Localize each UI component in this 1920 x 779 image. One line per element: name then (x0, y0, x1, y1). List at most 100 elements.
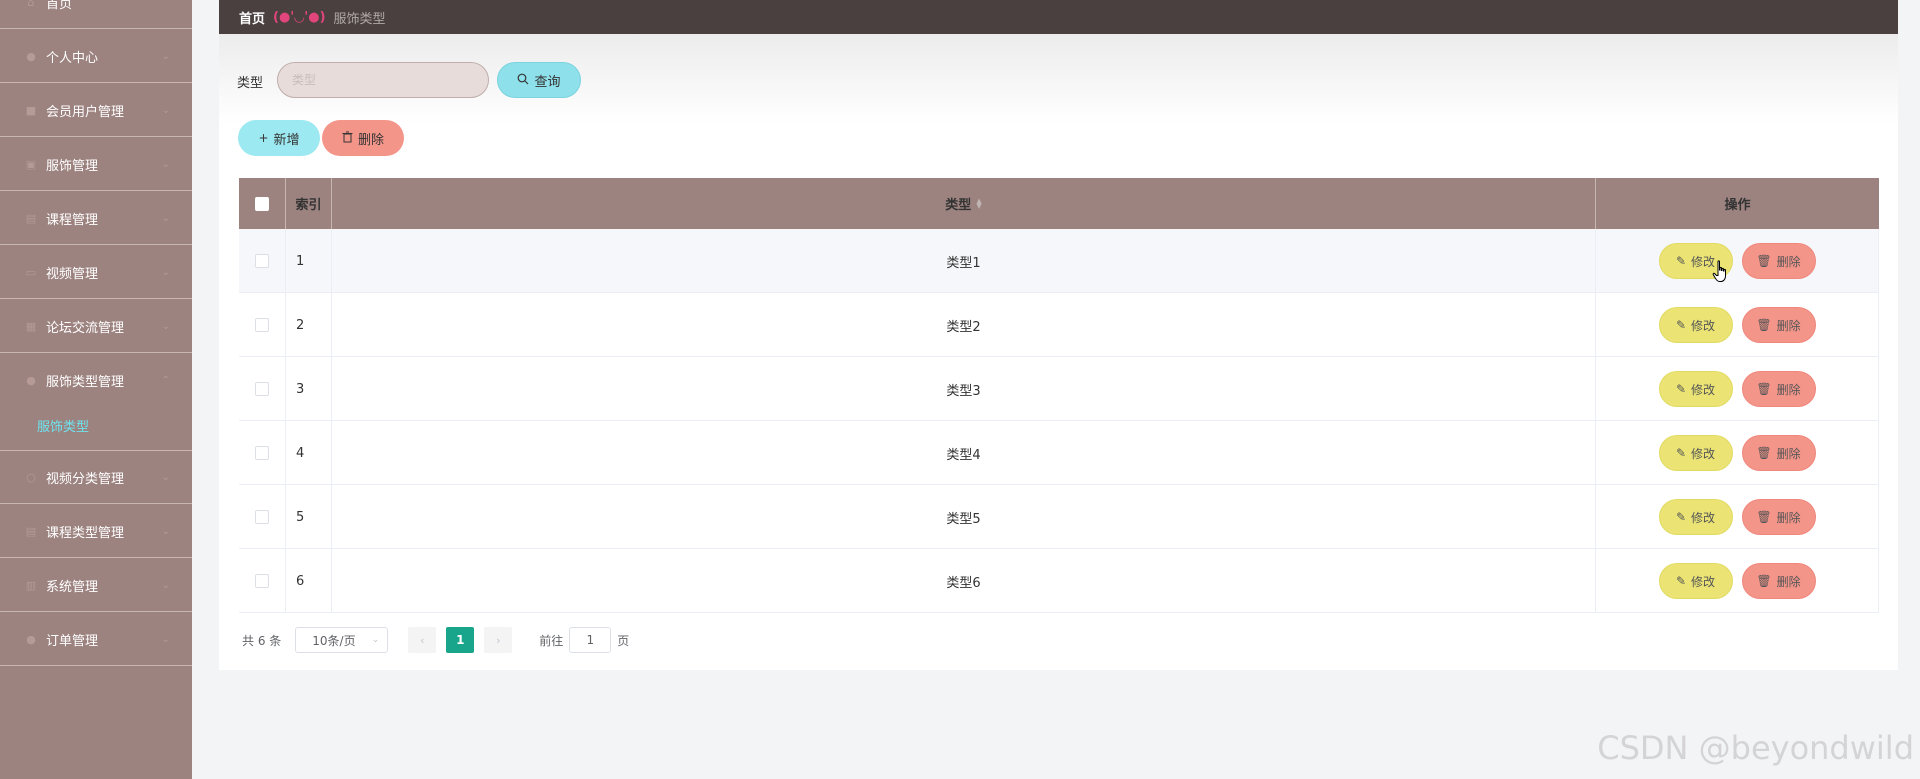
table-header: 索引 类型 ▲ ▼ 操作 (239, 178, 1879, 229)
delete-button[interactable]: 🗑 删除 (1741, 435, 1816, 471)
row-checkbox[interactable] (255, 446, 269, 460)
submenu-item-clothing-type[interactable]: 服饰类型 (0, 401, 192, 451)
column-header-label: 索引 (295, 198, 322, 213)
sidebar-item-clothing[interactable]: ▣ 服饰管理 ⌄ (0, 138, 192, 191)
sidebar-item-label: 个人中心 (46, 50, 99, 66)
delete-button[interactable]: 🗑 删除 (1741, 499, 1816, 535)
edit-button-label: 修改 (1691, 318, 1716, 333)
home-icon: ⌂ (27, 0, 35, 9)
batch-delete-button[interactable]: 删除 (322, 120, 404, 156)
sidebar-item-system[interactable]: ▥ 系统管理 ⌄ (0, 559, 192, 612)
edit-button[interactable]: ✎ 修改 (1658, 371, 1733, 407)
type-cell: 类型6 (332, 549, 1596, 613)
sidebar-item-personal-center[interactable]: ● 个人中心 ⌄ (0, 30, 192, 83)
edit-button-label: 修改 (1691, 446, 1716, 461)
sidebar-item-label: 视频管理 (46, 266, 99, 282)
edit-button[interactable]: ✎ 修改 (1658, 563, 1733, 599)
table-row: 4 类型4 ✎ 修改 🗑 删除 (239, 421, 1879, 485)
shirt-icon: ▣ (25, 157, 37, 171)
row-checkbox-cell (239, 549, 286, 613)
sidebar-item-course-types[interactable]: ▤ 课程类型管理 ⌄ (0, 505, 192, 558)
chevron-down-icon: ⌄ (161, 266, 170, 278)
trash-icon: 🗑 (1756, 254, 1772, 268)
plus-icon: + (258, 131, 269, 145)
next-page-button[interactable]: › (484, 627, 513, 653)
edit-button[interactable]: ✎ 修改 (1658, 499, 1733, 535)
row-checkbox[interactable] (255, 510, 269, 524)
goto-label: 前往 (539, 633, 564, 648)
actions-cell: ✎ 修改 🗑 删除 (1596, 293, 1879, 357)
video-icon: ▭ (25, 265, 37, 279)
query-button[interactable]: 查询 (497, 62, 581, 98)
type-cell: 类型3 (332, 357, 1596, 421)
row-checkbox[interactable] (255, 382, 269, 396)
prev-page-button[interactable]: ‹ (408, 627, 437, 653)
breadcrumb-current: 服饰类型 (333, 11, 386, 27)
sidebar-item-forum[interactable]: ▦ 论坛交流管理 ⌄ (0, 300, 192, 353)
actions-cell: ✎ 修改 🗑 删除 (1596, 421, 1879, 485)
pagination: 共 6 条 10条/页 ⌄ ‹ 1 › 前往 页 (242, 626, 629, 654)
breadcrumb-home[interactable]: 首页 (239, 8, 265, 27)
column-header-type[interactable]: 类型 ▲ ▼ (332, 178, 1596, 229)
sidebar-item-label: 课程管理 (46, 212, 99, 228)
table-row: 5 类型5 ✎ 修改 🗑 删除 (239, 485, 1879, 549)
edit-button[interactable]: ✎ 修改 (1658, 307, 1733, 343)
sidebar-item-label: 论坛交流管理 (46, 320, 125, 336)
row-checkbox[interactable] (255, 574, 269, 588)
chevron-down-icon: ⌄ (161, 104, 170, 116)
edit-button[interactable]: ✎ 修改 (1658, 435, 1733, 471)
user-icon: ● (26, 49, 36, 63)
delete-button[interactable]: 🗑 删除 (1741, 563, 1816, 599)
pagination-total: 共 6 条 (242, 633, 282, 648)
query-button-label: 查询 (534, 74, 561, 90)
table-row: 6 类型6 ✎ 修改 🗑 删除 (239, 549, 1879, 613)
add-button-label: 新增 (273, 132, 300, 148)
delete-button[interactable]: 🗑 删除 (1741, 243, 1816, 279)
tag-icon: ● (26, 374, 36, 387)
sidebar-item-videos[interactable]: ▭ 视频管理 ⌄ (0, 246, 192, 299)
header-checkbox-cell (239, 178, 286, 229)
breadcrumb: 首页 (●'◡'●) 服饰类型 (219, 0, 1898, 34)
add-button[interactable]: + 新增 (238, 120, 320, 156)
search-input[interactable] (277, 62, 489, 98)
pencil-icon: ✎ (1675, 254, 1687, 268)
sidebar-item-orders[interactable]: ● 订单管理 ⌄ (0, 613, 192, 666)
actions-cell: ✎ 修改 🗑 删除 (1596, 229, 1879, 293)
row-checkbox[interactable] (255, 254, 269, 268)
batch-delete-label: 删除 (357, 132, 384, 148)
chevron-down-icon: ⌄ (161, 320, 170, 332)
sidebar-item-video-categories[interactable]: ○ 视频分类管理 ⌄ (0, 451, 192, 504)
sort-icon[interactable]: ▲ ▼ (976, 197, 981, 209)
page-size-select[interactable]: 10条/页 ⌄ (295, 627, 389, 653)
pencil-icon: ✎ (1675, 446, 1687, 460)
index-cell: 1 (286, 229, 332, 293)
goto-page-input[interactable] (569, 627, 612, 653)
users-icon: ■ (25, 103, 37, 117)
delete-button-label: 删除 (1776, 510, 1801, 525)
row-checkbox[interactable] (255, 318, 269, 332)
delete-button[interactable]: 🗑 删除 (1741, 371, 1816, 407)
column-header-actions: 操作 (1596, 178, 1879, 229)
sidebar-item-label: 会员用户管理 (46, 104, 125, 120)
index-cell: 4 (286, 421, 332, 485)
type-cell: 类型5 (332, 485, 1596, 549)
sidebar-item-member-users[interactable]: ■ 会员用户管理 ⌄ (0, 84, 192, 137)
sidebar-item-courses[interactable]: ▤ 课程管理 ⌄ (0, 192, 192, 245)
column-header-label: 操作 (1724, 198, 1751, 213)
sidebar-item-label: 课程类型管理 (46, 525, 125, 541)
delete-button[interactable]: 🗑 删除 (1741, 307, 1816, 343)
row-checkbox-cell (239, 357, 286, 421)
page-number-active[interactable]: 1 (446, 627, 475, 653)
sidebar-item-clothing-types[interactable]: ● 服饰类型管理 ⌃ (0, 354, 192, 407)
search-icon (517, 73, 529, 88)
edit-button-label: 修改 (1691, 574, 1716, 589)
book-icon: ▤ (25, 211, 37, 225)
sidebar-item-home[interactable]: ⌂ 首页 (0, 0, 192, 29)
select-all-checkbox[interactable] (255, 196, 269, 211)
trash-icon (342, 131, 353, 146)
type-cell: 类型4 (332, 421, 1596, 485)
index-cell: 3 (286, 357, 332, 421)
column-header-index: 索引 (286, 178, 332, 229)
delete-button-label: 删除 (1776, 446, 1801, 461)
chevron-down-icon: ⌄ (371, 635, 380, 645)
